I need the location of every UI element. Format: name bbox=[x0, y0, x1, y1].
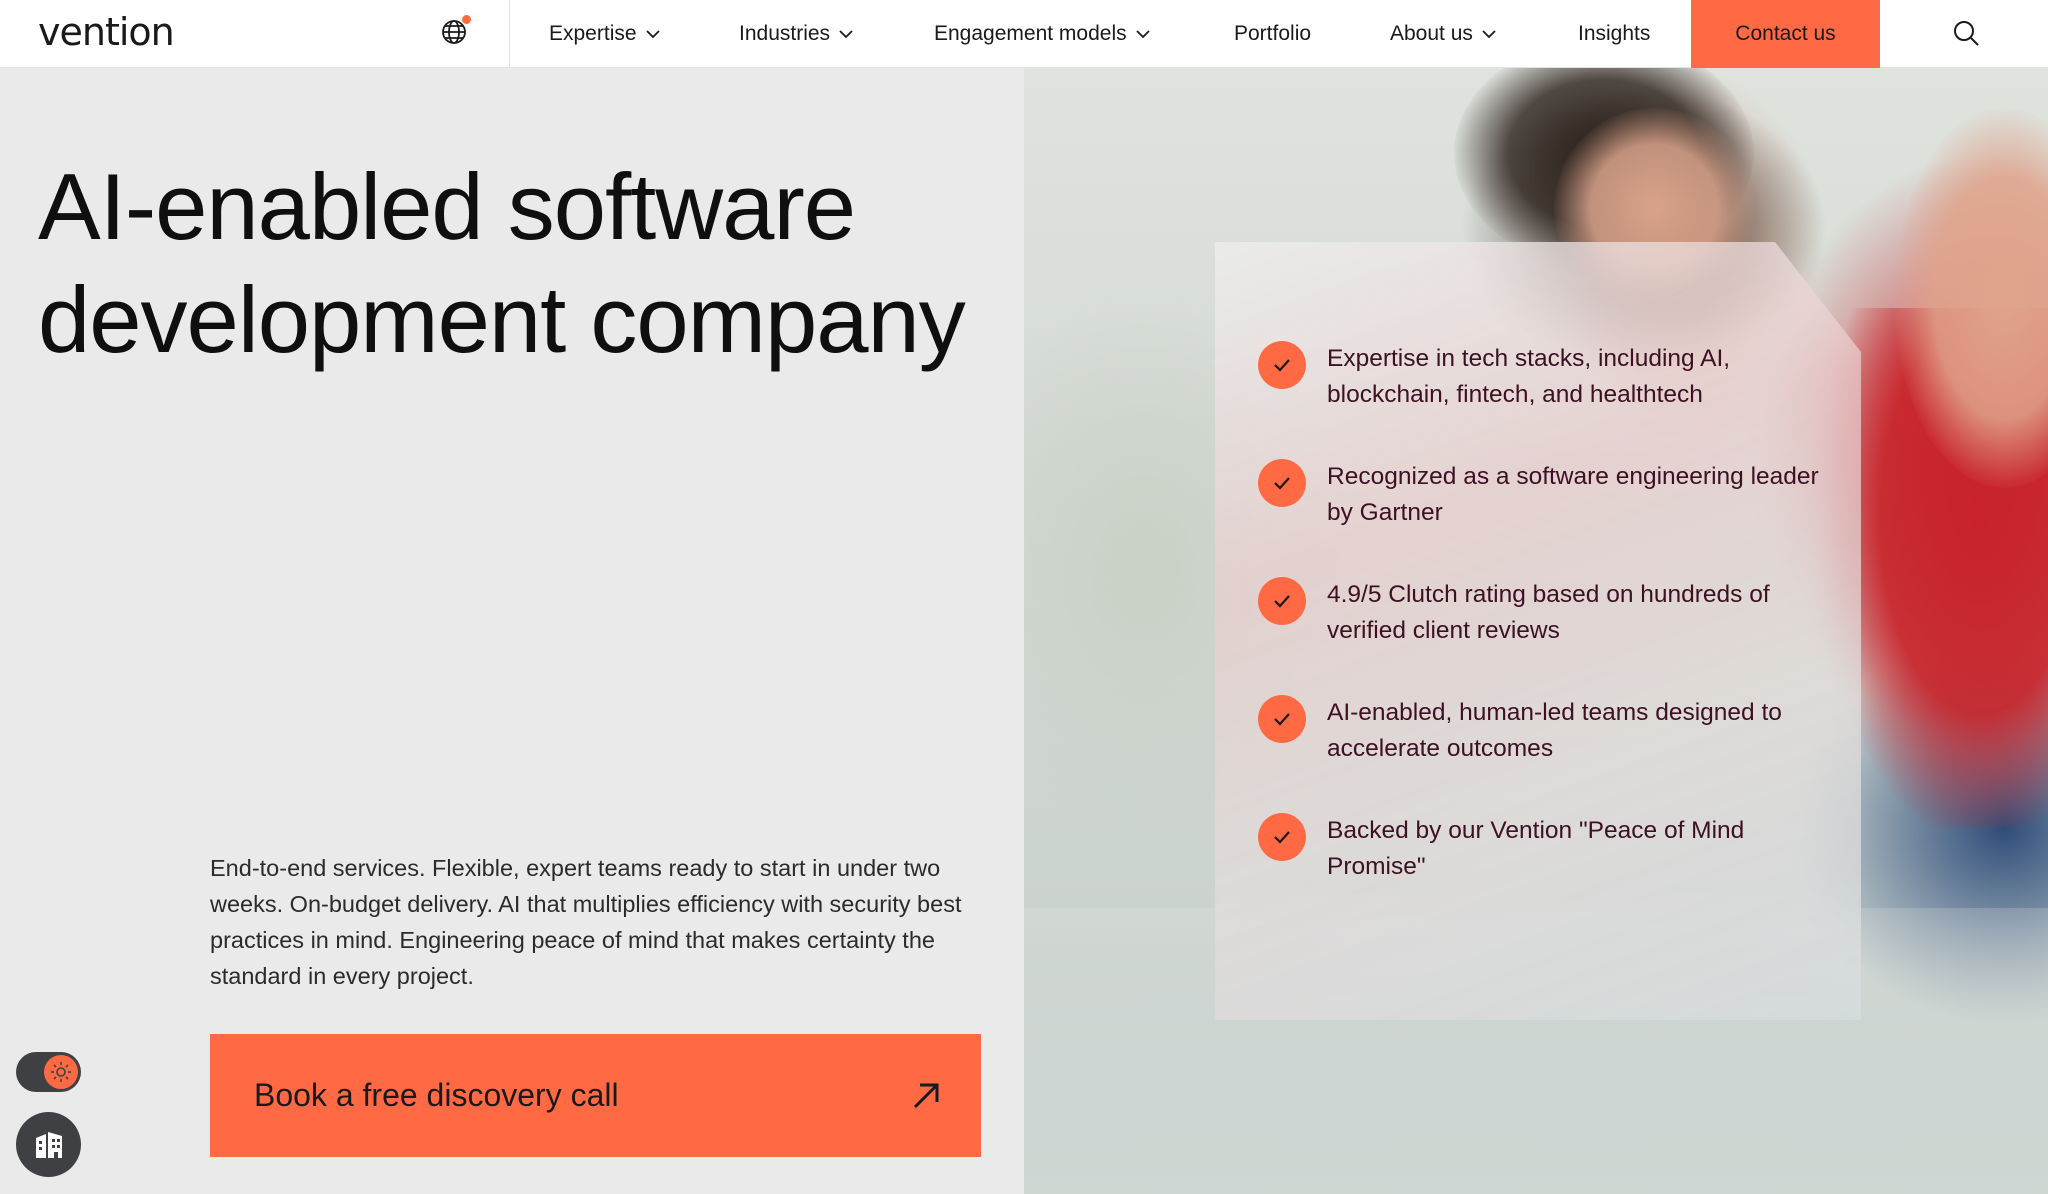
arrow-up-right-icon bbox=[913, 1083, 939, 1108]
buildings-icon bbox=[35, 1131, 62, 1158]
nav-engagement-models[interactable]: Engagement models bbox=[934, 0, 1151, 68]
feature-item: Backed by our Vention "Peace of Mind Pro… bbox=[1258, 813, 1827, 885]
chevron-down-icon bbox=[839, 30, 853, 39]
nav-label: Expertise bbox=[549, 22, 637, 45]
chevron-down-icon bbox=[1135, 30, 1150, 39]
contact-us-button[interactable]: Contact us bbox=[1691, 0, 1880, 68]
feature-item: Recognized as a software engineering lea… bbox=[1258, 459, 1827, 531]
feature-item: 4.9/5 Clutch rating based on hundreds of… bbox=[1258, 577, 1827, 649]
nav-portfolio[interactable]: Portfolio bbox=[1234, 0, 1311, 68]
feature-text: 4.9/5 Clutch rating based on hundreds of… bbox=[1327, 581, 1770, 644]
chevron-down-icon bbox=[645, 30, 660, 39]
nav-about-us[interactable]: About us bbox=[1390, 0, 1497, 68]
check-icon bbox=[1258, 695, 1306, 743]
feature-text: Recognized as a software engineering lea… bbox=[1327, 463, 1819, 526]
accessibility-button[interactable] bbox=[16, 1112, 81, 1177]
hero-description: End-to-end services. Flexible, expert te… bbox=[210, 855, 962, 989]
site-header: vention Expertise Industries Engagement … bbox=[0, 0, 2048, 68]
nav-insights[interactable]: Insights bbox=[1578, 0, 1650, 68]
check-icon bbox=[1258, 577, 1306, 625]
contact-us-label: Contact us bbox=[1735, 22, 1836, 45]
cta-label: Book a free discovery call bbox=[254, 1077, 619, 1113]
nav-industries[interactable]: Industries bbox=[739, 0, 854, 68]
check-icon bbox=[1258, 459, 1306, 507]
search-icon[interactable] bbox=[1951, 18, 1981, 48]
page-title: AI-enabled software development company bbox=[38, 154, 966, 372]
sun-icon bbox=[51, 1062, 71, 1082]
check-icon bbox=[1258, 341, 1306, 389]
nav-label: Portfolio bbox=[1234, 22, 1312, 45]
check-icon bbox=[1258, 813, 1306, 861]
nav-label: About us bbox=[1390, 22, 1473, 45]
feature-item: Expertise in tech stacks, including AI, … bbox=[1258, 341, 1827, 413]
feature-text: Backed by our Vention "Peace of Mind Pro… bbox=[1327, 817, 1745, 880]
toggle-knob bbox=[44, 1055, 78, 1089]
nav-label: Engagement models bbox=[934, 22, 1127, 45]
header-divider bbox=[509, 0, 510, 68]
chevron-down-icon bbox=[1482, 30, 1496, 39]
nav-label: Industries bbox=[739, 22, 831, 45]
nav-expertise[interactable]: Expertise bbox=[549, 0, 661, 68]
vention-logo[interactable]: vention bbox=[38, 10, 175, 54]
feature-item: AI-enabled, human-led teams designed to … bbox=[1258, 695, 1827, 767]
language-notification-dot bbox=[462, 15, 471, 24]
book-discovery-call-button[interactable]: Book a free discovery call bbox=[210, 1034, 981, 1157]
feature-text: Expertise in tech stacks, including AI, … bbox=[1327, 345, 1731, 408]
feature-text: AI-enabled, human-led teams designed to … bbox=[1327, 699, 1782, 762]
nav-label: Insights bbox=[1578, 22, 1651, 45]
theme-toggle[interactable] bbox=[16, 1052, 81, 1092]
